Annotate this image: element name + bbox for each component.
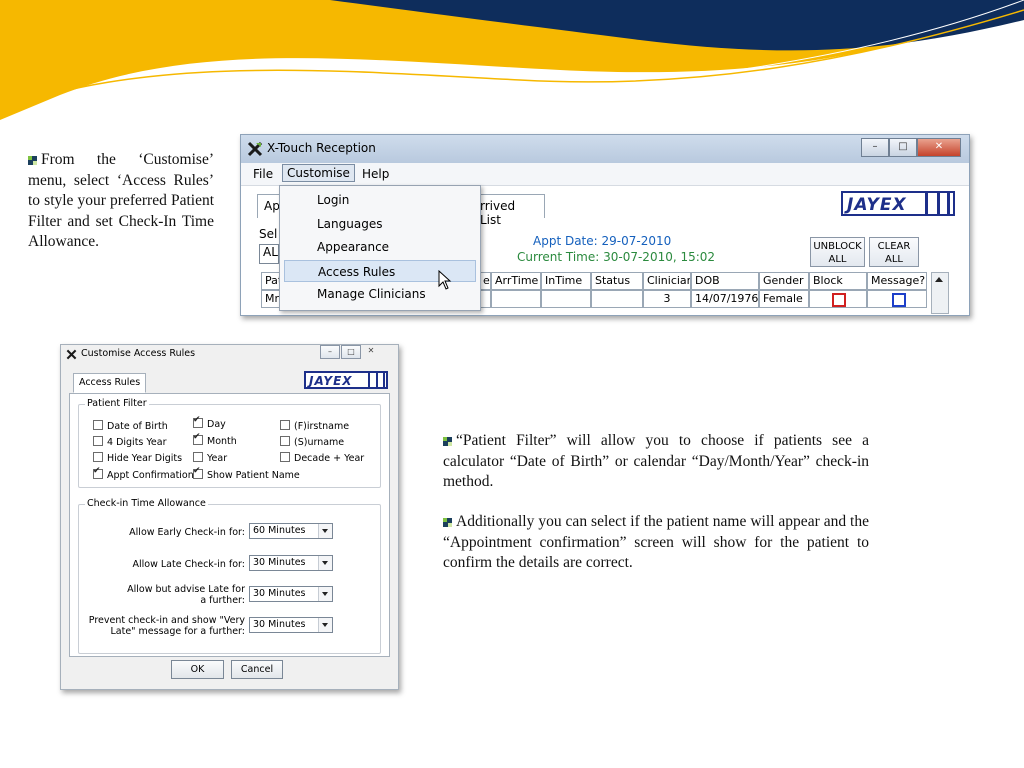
advise-late-select[interactable]: 30 Minutes — [249, 586, 333, 602]
bullet-icon — [443, 436, 452, 446]
late-checkin-label: Allow Late Check-in for: — [132, 559, 245, 570]
table-cell[interactable] — [541, 290, 591, 308]
col-header-message[interactable]: Message? — [867, 272, 927, 290]
col-header-intime[interactable]: InTime — [541, 272, 591, 290]
additional-options-paragraph: Additionally you can select if the patie… — [443, 513, 869, 571]
xtouch-logo-icon — [66, 349, 77, 360]
decade-year-checkbox[interactable]: Decade + Year — [280, 452, 364, 464]
select-dropdown[interactable]: AL — [259, 244, 279, 264]
surname-checkbox[interactable]: (S)urname — [280, 436, 344, 448]
ok-button[interactable]: OK — [171, 660, 224, 679]
month-checkbox[interactable]: Month — [193, 432, 237, 447]
year-checkbox[interactable]: Year — [193, 452, 227, 464]
message-icon — [892, 293, 906, 307]
patient-filter-group: Patient Filter Date of Birth Day (F)irst… — [78, 398, 381, 488]
col-header-dob[interactable]: DOB — [691, 272, 759, 290]
block-checkbox[interactable] — [809, 290, 867, 308]
table-cell-clinician[interactable]: 3 — [643, 290, 691, 308]
checkin-time-allowance-group: Check-in Time Allowance Allow Early Chec… — [78, 498, 381, 654]
col-header-clinician[interactable]: Clinician — [643, 272, 691, 290]
menu-customise[interactable]: Customise — [282, 164, 355, 182]
col-header-gender[interactable]: Gender — [759, 272, 809, 290]
clear-all-button[interactable]: CLEAR ALL — [869, 237, 919, 267]
jayex-logo: JAYEX — [304, 371, 388, 389]
tab-access-rules[interactable]: Access Rules — [73, 373, 147, 393]
table-cell[interactable] — [491, 290, 541, 308]
bullet-icon — [443, 517, 452, 527]
window-title: X-Touch Reception — [267, 141, 376, 155]
header-swoosh-decoration — [0, 0, 1024, 120]
close-button[interactable]: ✕ — [362, 345, 380, 357]
firstname-checkbox[interactable]: (F)irstname — [280, 420, 349, 432]
patient-filter-label: Patient Filter — [85, 398, 149, 409]
minimize-button[interactable]: – — [320, 345, 340, 359]
hide-year-digits-checkbox[interactable]: Hide Year Digits — [93, 452, 182, 464]
very-late-select[interactable]: 30 Minutes — [249, 617, 333, 633]
col-header-arrtime[interactable]: ArrTime — [491, 272, 541, 290]
advise-late-label: Allow but advise Late for a further: — [127, 584, 245, 606]
intro-paragraph: From the ‘Customise’ menu, select ‘Acces… — [28, 151, 214, 250]
maximize-button[interactable]: □ — [889, 138, 917, 157]
table-cell-gender[interactable]: Female — [759, 290, 809, 308]
block-icon — [832, 293, 846, 307]
four-digits-year-checkbox[interactable]: 4 Digits Year — [93, 436, 167, 448]
jayex-logo: JAYEX — [841, 191, 955, 216]
late-checkin-select[interactable]: 30 Minutes — [249, 555, 333, 571]
table-cell[interactable]: Mrs — [261, 290, 281, 308]
unblock-all-button[interactable]: UNBLOCK ALL — [810, 237, 865, 267]
very-late-label: Prevent check-in and show "Very Late" me… — [88, 615, 245, 637]
menu-help[interactable]: Help — [358, 166, 393, 182]
show-patient-name-checkbox[interactable]: Show Patient Name — [193, 466, 300, 481]
day-checkbox[interactable]: Day — [193, 415, 226, 430]
dialog-title: Customise Access Rules — [81, 348, 196, 359]
chevron-down-icon[interactable] — [318, 587, 332, 601]
chevron-down-icon[interactable] — [318, 556, 332, 570]
col-header-patient[interactable]: Pat — [261, 272, 281, 290]
menu-item-languages[interactable]: Languages — [284, 213, 476, 235]
appt-confirmation-checkbox[interactable]: Appt Confirmation — [93, 466, 194, 481]
col-header-block[interactable]: Block — [809, 272, 867, 290]
checkin-time-allowance-label: Check-in Time Allowance — [85, 498, 208, 509]
menu-item-login[interactable]: Login — [284, 189, 476, 211]
bullet-icon — [28, 155, 37, 165]
cancel-button[interactable]: Cancel — [231, 660, 283, 679]
minimize-button[interactable]: – — [861, 138, 889, 157]
appt-date: Appt Date: 29-07-2010 — [533, 234, 672, 248]
access-rules-dialog-screenshot: Customise Access Rules – □ ✕ Access Rule… — [60, 344, 399, 690]
tab-arrived-list[interactable]: rrived List — [473, 194, 545, 227]
col-header-status[interactable]: Status — [591, 272, 643, 290]
chevron-down-icon[interactable] — [318, 524, 332, 538]
menu-item-appearance[interactable]: Appearance — [284, 236, 476, 258]
title-bar: X-Touch Reception – □ ✕ — [241, 135, 969, 163]
menu-bar: File Customise Help — [241, 163, 969, 186]
vertical-scrollbar[interactable] — [931, 272, 949, 314]
current-time: Current Time: 30-07-2010, 15:02 — [517, 250, 716, 264]
date-of-birth-checkbox[interactable]: Date of Birth — [93, 420, 168, 432]
xtouch-logo-icon — [247, 141, 263, 157]
maximize-button[interactable]: □ — [341, 345, 361, 359]
close-button[interactable]: ✕ — [917, 138, 961, 157]
scroll-up-icon[interactable] — [935, 277, 943, 282]
customise-dropdown-menu: Login Languages Appearance Access Rules … — [279, 185, 481, 311]
early-checkin-label: Allow Early Check-in for: — [129, 527, 245, 538]
table-cell[interactable] — [591, 290, 643, 308]
early-checkin-select[interactable]: 60 Minutes — [249, 523, 333, 539]
access-rules-panel: Patient Filter Date of Birth Day (F)irst… — [69, 393, 390, 657]
table-cell-dob[interactable]: 14/07/1976 — [691, 290, 759, 308]
patient-filter-paragraph: “Patient Filter” will allow you to choos… — [443, 432, 869, 490]
menu-file[interactable]: File — [249, 166, 277, 182]
mouse-pointer-icon — [438, 270, 452, 290]
select-label: Sel — [259, 227, 278, 241]
message-checkbox[interactable] — [867, 290, 927, 308]
chevron-down-icon[interactable] — [318, 618, 332, 632]
